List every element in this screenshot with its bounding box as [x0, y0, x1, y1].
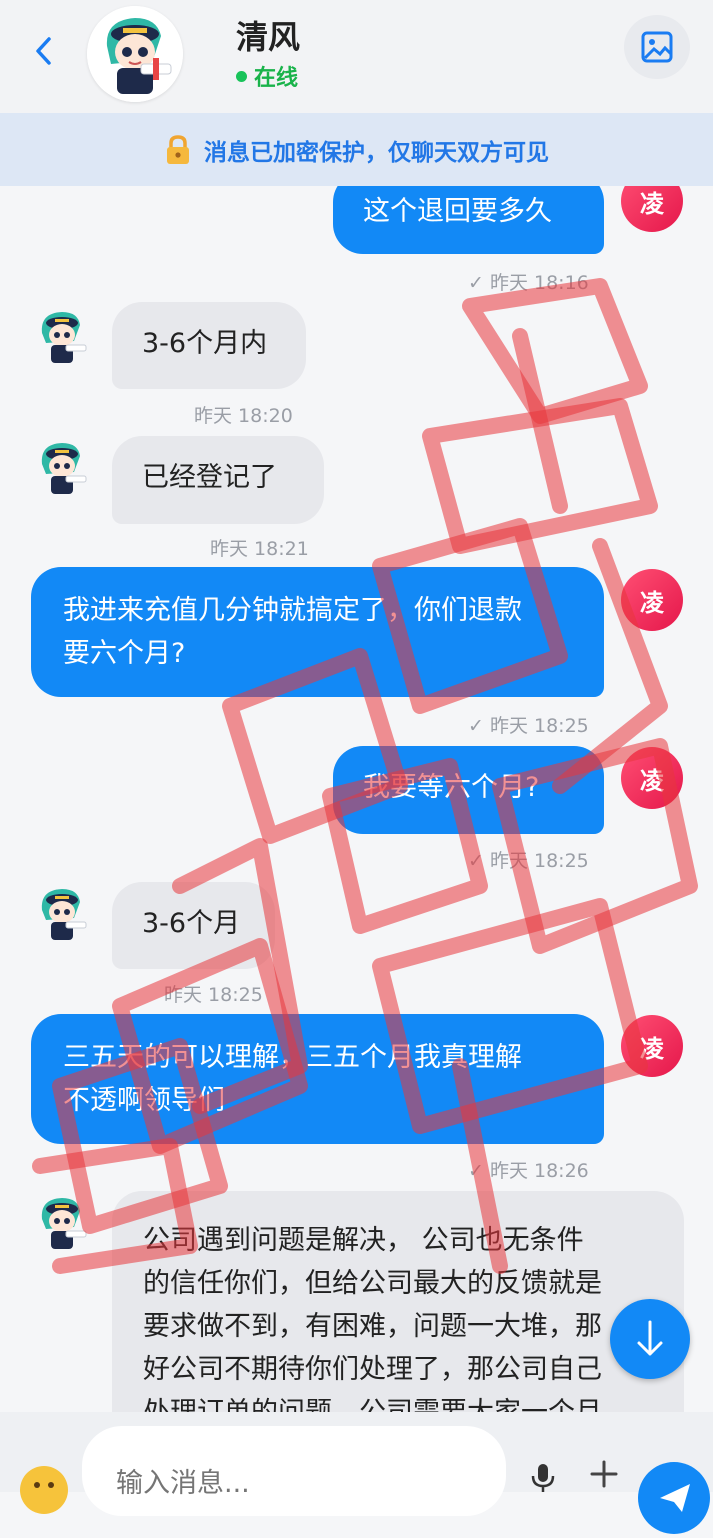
image-icon — [641, 31, 673, 63]
my-avatar-label: 凌 — [640, 766, 664, 795]
my-message[interactable]: 这个退回要多久 — [333, 186, 604, 254]
message-text-line: 我进来充值几分钟就搞定了，你们退款 — [63, 595, 522, 626]
lock-icon — [167, 134, 189, 164]
contact-small-avatar[interactable] — [34, 438, 90, 496]
contact-message[interactable]: 公司遇到问题是解决， 公司也无条件 的信任你们，但给公司最大的反馈就是 要求做不… — [112, 1191, 684, 1412]
message-input[interactable] — [82, 1426, 506, 1516]
back-button[interactable] — [34, 36, 52, 74]
my-message[interactable]: 三五天的可以理解，三五个月我真理解 不透啊领导们 — [31, 1014, 604, 1144]
contact-small-avatar[interactable] — [34, 307, 90, 365]
attach-button[interactable] — [588, 1458, 620, 1499]
message-time: 昨天 18:25 — [164, 984, 263, 1006]
message-text-line: 三五天的可以理解，三五个月我真理解 — [63, 1042, 522, 1073]
message-list[interactable]: 这个退回要多久 凌 ✓ 昨天 18:16 3-6个月内 昨天 18:20 已经登… — [0, 186, 713, 1412]
message-text-line: 不透啊领导们 — [63, 1085, 225, 1116]
emoji-button[interactable] — [20, 1466, 68, 1514]
message-text-line: 处理订单的问题，公司需要大家一个月 — [143, 1391, 684, 1412]
message-text-line: 要六个月? — [63, 638, 186, 669]
chat-header: 清风 在线 — [0, 0, 713, 113]
my-avatar[interactable]: 凌 — [621, 1015, 683, 1077]
my-avatar[interactable]: 凌 — [621, 569, 683, 631]
message-text: 已经登记了 — [142, 462, 277, 493]
encryption-text: 消息已加密保护，仅聊天双方可见 — [204, 139, 549, 166]
send-icon — [660, 1484, 690, 1512]
my-avatar-label: 凌 — [640, 588, 664, 617]
message-time: 昨天 18:21 — [210, 538, 309, 560]
image-button[interactable] — [624, 15, 690, 79]
online-status-label: 在线 — [254, 66, 299, 91]
my-message[interactable]: 我进来充值几分钟就搞定了，你们退款 要六个月? — [31, 567, 604, 697]
arrow-down-icon — [637, 1320, 663, 1356]
contact-name: 清风 — [236, 18, 301, 56]
message-text-line: 好公司不期待你们处理了，那公司自己 — [143, 1354, 602, 1385]
contact-small-avatar[interactable] — [34, 884, 90, 942]
message-text-line: 的信任你们，但给公司最大的反馈就是 — [143, 1268, 602, 1299]
input-bar — [0, 1412, 713, 1534]
contact-message[interactable]: 3-6个月内 — [112, 302, 306, 389]
online-dot-icon — [236, 70, 247, 82]
plus-icon — [590, 1460, 618, 1488]
message-time: ✓ 昨天 18:26 — [468, 1160, 589, 1182]
message-text: 3-6个月内 — [142, 328, 268, 359]
my-avatar[interactable]: 凌 — [621, 186, 683, 232]
my-avatar[interactable]: 凌 — [621, 747, 683, 809]
message-text: 我要等六个月? — [363, 772, 540, 803]
message-text: 这个退回要多久 — [363, 196, 552, 227]
my-avatar-label: 凌 — [640, 1034, 664, 1063]
chevron-left-icon — [36, 37, 51, 65]
smiley-icon — [22, 1468, 66, 1512]
message-time: ✓ 昨天 18:25 — [468, 850, 589, 872]
microphone-icon — [531, 1464, 555, 1492]
contact-message[interactable]: 3-6个月 — [112, 882, 275, 969]
message-text-line: 要求做不到，有困难，问题一大堆，那 — [143, 1311, 602, 1342]
message-time: ✓ 昨天 18:16 — [468, 272, 589, 294]
my-avatar-label: 凌 — [640, 189, 664, 218]
message-time: ✓ 昨天 18:25 — [468, 715, 589, 737]
send-button[interactable] — [638, 1462, 710, 1534]
voice-button[interactable] — [530, 1462, 556, 1499]
contact-message[interactable]: 已经登记了 — [112, 436, 324, 524]
online-status: 在线 — [236, 60, 298, 92]
message-text: 3-6个月 — [142, 908, 241, 939]
my-message[interactable]: 我要等六个月? — [333, 746, 604, 834]
scroll-to-bottom-button[interactable] — [610, 1299, 690, 1379]
contact-small-avatar[interactable] — [34, 1193, 90, 1251]
message-time: 昨天 18:20 — [194, 405, 293, 427]
contact-avatar[interactable] — [87, 6, 183, 102]
message-text-line: 公司遇到问题是解决， 公司也无条件 — [143, 1225, 584, 1256]
encryption-banner: 消息已加密保护，仅聊天双方可见 — [0, 113, 713, 186]
